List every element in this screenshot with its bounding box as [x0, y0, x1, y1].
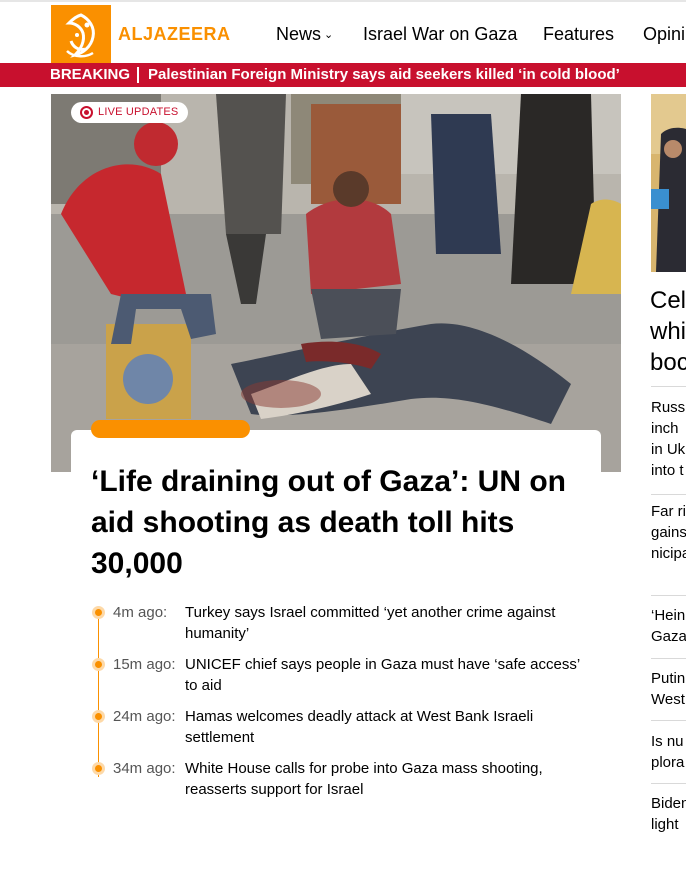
sidebar-divider	[651, 783, 686, 784]
sidebar-headline[interactable]: Cel whi boc	[650, 285, 686, 378]
sidebar-story-line: into t	[651, 462, 684, 479]
sidebar-story-line: Gaza	[651, 628, 686, 645]
sidebar-story-line: Is nu	[651, 733, 684, 750]
sidebar-image[interactable]	[651, 94, 686, 272]
timeline-time: 15m ago:	[113, 656, 176, 673]
sidebar-story-line: Russ	[651, 399, 686, 416]
timeline-line	[98, 612, 99, 777]
site-header: ALJAZEERA News ⌄ Israel War on Gaza Featu…	[0, 0, 686, 65]
timeline-time: 4m ago:	[113, 604, 168, 621]
sidebar-story-line: light	[651, 816, 679, 833]
breaking-text[interactable]: Palestinian Foreign Ministry says aid se…	[148, 66, 620, 83]
live-dot-icon	[80, 106, 93, 119]
sidebar-divider	[651, 658, 686, 659]
headline-line: ‘Life draining out of Gaza’: UN on	[91, 465, 566, 498]
timeline-text[interactable]: Turkey says Israel committed ‘yet anothe…	[185, 602, 585, 644]
sidebar-headline-line: Cel	[650, 287, 686, 314]
sidebar-story-line: Putin	[651, 670, 686, 687]
al-jazeera-logo-icon[interactable]	[51, 5, 111, 65]
headline-line: aid shooting as death toll hits	[91, 506, 515, 539]
live-updates-label: LIVE UPDATES	[98, 106, 179, 118]
sidebar-headline-line: whi	[650, 318, 686, 345]
article-headline[interactable]: ‘Life draining out of Gaza’: UN on aid s…	[91, 461, 591, 584]
sidebar-story[interactable]: Russ inch in Uk into t	[651, 397, 686, 481]
sidebar-divider	[651, 595, 686, 596]
chevron-down-icon: ⌄	[324, 29, 334, 41]
brand-name[interactable]: ALJAZEERA	[118, 24, 231, 45]
sidebar-story-line: in Uk	[651, 441, 686, 458]
sidebar-headline-line: boc	[650, 349, 686, 376]
nav-item-features[interactable]: Features	[543, 24, 614, 45]
sidebar-story-line: gains	[651, 524, 686, 541]
sidebar-divider	[651, 720, 686, 721]
sidebar-story[interactable]: Far ri gains nicipa	[651, 501, 686, 564]
sidebar-story[interactable]: Putin West	[651, 668, 686, 710]
timeline-time: 34m ago:	[113, 760, 176, 777]
nav-item-news[interactable]: News ⌄	[276, 24, 333, 45]
hero-image[interactable]	[51, 94, 621, 472]
sidebar-story-line: plora	[651, 754, 685, 771]
headline-line: 30,000	[91, 547, 183, 580]
timeline-dot-icon	[92, 606, 105, 619]
sidebar-divider	[651, 386, 686, 387]
sidebar-story-line: ‘Hein	[651, 607, 686, 624]
live-updates-badge[interactable]: LIVE UPDATES	[71, 102, 189, 123]
nav-item-israel-war-on-gaza[interactable]: Israel War on Gaza	[363, 24, 517, 45]
timeline-text[interactable]: Hamas welcomes deadly attack at West Ban…	[185, 706, 585, 748]
timeline-dot-icon	[92, 658, 105, 671]
timeline-text[interactable]: UNICEF chief says people in Gaza must ha…	[185, 654, 585, 696]
sidebar-story-line: Biden	[651, 795, 686, 812]
card-accent-bar	[91, 420, 250, 438]
timeline-text[interactable]: White House calls for probe into Gaza ma…	[185, 758, 585, 800]
breaking-label: BREAKING	[50, 66, 131, 83]
sidebar-story[interactable]: ‘Hein Gaza	[651, 605, 686, 647]
sidebar-story-line: inch	[651, 420, 679, 437]
sidebar-story-line: Far ri	[651, 503, 686, 520]
timeline-dot-icon	[92, 762, 105, 775]
sidebar-story[interactable]: Biden light	[651, 793, 686, 835]
sidebar-story-line: nicipa	[651, 545, 686, 562]
timeline-time: 24m ago:	[113, 708, 176, 725]
nav-item-opinion[interactable]: Opini	[643, 24, 685, 45]
sidebar-story-line: West	[651, 691, 685, 708]
sidebar-story[interactable]: Is nu plora	[651, 731, 686, 773]
breaking-news-bar[interactable]: BREAKING Palestinian Foreign Ministry sa…	[0, 63, 686, 87]
sidebar-divider	[651, 494, 686, 495]
breaking-divider	[137, 67, 139, 83]
nav-item-label: News	[276, 24, 322, 44]
timeline-dot-icon	[92, 710, 105, 723]
